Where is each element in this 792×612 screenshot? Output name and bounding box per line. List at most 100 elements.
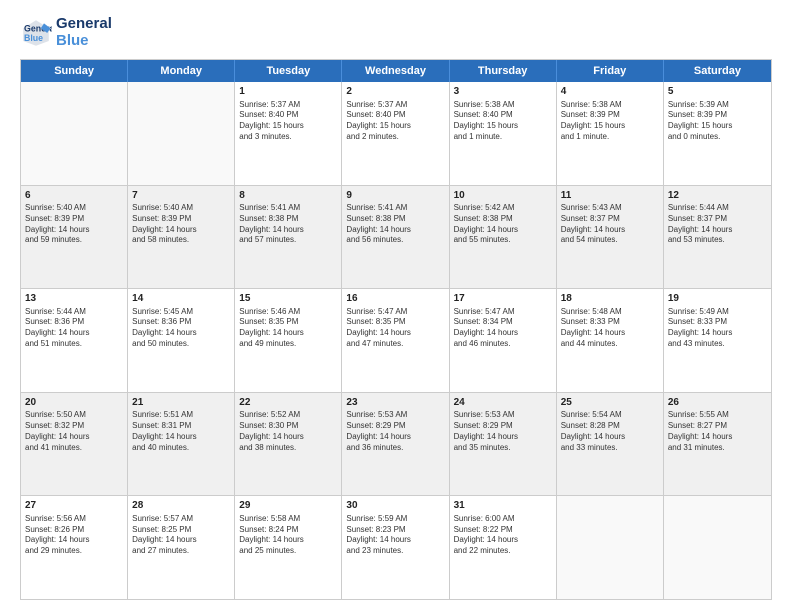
day-text: Sunrise: 5:53 AM Sunset: 8:29 PM Dayligh… [346,410,444,453]
weekday-header-tuesday: Tuesday [235,60,342,82]
calendar: SundayMondayTuesdayWednesdayThursdayFrid… [20,59,772,600]
day-number: 20 [25,396,123,410]
day-cell-9: 9Sunrise: 5:41 AM Sunset: 8:38 PM Daylig… [342,186,449,289]
day-cell-14: 14Sunrise: 5:45 AM Sunset: 8:36 PM Dayli… [128,289,235,392]
day-text: Sunrise: 5:46 AM Sunset: 8:35 PM Dayligh… [239,307,337,350]
day-cell-17: 17Sunrise: 5:47 AM Sunset: 8:34 PM Dayli… [450,289,557,392]
weekday-header-thursday: Thursday [450,60,557,82]
day-cell-15: 15Sunrise: 5:46 AM Sunset: 8:35 PM Dayli… [235,289,342,392]
day-text: Sunrise: 5:40 AM Sunset: 8:39 PM Dayligh… [132,203,230,246]
day-number: 1 [239,85,337,99]
day-cell-2: 2Sunrise: 5:37 AM Sunset: 8:40 PM Daylig… [342,82,449,185]
day-text: Sunrise: 5:42 AM Sunset: 8:38 PM Dayligh… [454,203,552,246]
day-number: 14 [132,292,230,306]
day-text: Sunrise: 5:43 AM Sunset: 8:37 PM Dayligh… [561,203,659,246]
day-number: 16 [346,292,444,306]
day-text: Sunrise: 5:38 AM Sunset: 8:40 PM Dayligh… [454,100,552,143]
day-cell-6: 6Sunrise: 5:40 AM Sunset: 8:39 PM Daylig… [21,186,128,289]
day-number: 24 [454,396,552,410]
day-text: Sunrise: 5:41 AM Sunset: 8:38 PM Dayligh… [346,203,444,246]
day-cell-23: 23Sunrise: 5:53 AM Sunset: 8:29 PM Dayli… [342,393,449,496]
logo-icon: General Blue [20,17,52,49]
day-cell-16: 16Sunrise: 5:47 AM Sunset: 8:35 PM Dayli… [342,289,449,392]
day-text: Sunrise: 5:55 AM Sunset: 8:27 PM Dayligh… [668,410,767,453]
day-cell-31: 31Sunrise: 6:00 AM Sunset: 8:22 PM Dayli… [450,496,557,599]
day-number: 26 [668,396,767,410]
day-number: 29 [239,499,337,513]
day-cell-28: 28Sunrise: 5:57 AM Sunset: 8:25 PM Dayli… [128,496,235,599]
day-text: Sunrise: 5:40 AM Sunset: 8:39 PM Dayligh… [25,203,123,246]
day-text: Sunrise: 5:53 AM Sunset: 8:29 PM Dayligh… [454,410,552,453]
calendar-row-2: 6Sunrise: 5:40 AM Sunset: 8:39 PM Daylig… [21,185,771,289]
day-number: 19 [668,292,767,306]
day-number: 5 [668,85,767,99]
day-cell-24: 24Sunrise: 5:53 AM Sunset: 8:29 PM Dayli… [450,393,557,496]
day-cell-12: 12Sunrise: 5:44 AM Sunset: 8:37 PM Dayli… [664,186,771,289]
day-text: Sunrise: 5:47 AM Sunset: 8:35 PM Dayligh… [346,307,444,350]
empty-cell-0-0 [21,82,128,185]
day-number: 30 [346,499,444,513]
logo-general: General [56,16,112,33]
day-cell-13: 13Sunrise: 5:44 AM Sunset: 8:36 PM Dayli… [21,289,128,392]
day-number: 18 [561,292,659,306]
day-cell-10: 10Sunrise: 5:42 AM Sunset: 8:38 PM Dayli… [450,186,557,289]
day-number: 17 [454,292,552,306]
day-text: Sunrise: 5:52 AM Sunset: 8:30 PM Dayligh… [239,410,337,453]
day-cell-27: 27Sunrise: 5:56 AM Sunset: 8:26 PM Dayli… [21,496,128,599]
day-text: Sunrise: 5:37 AM Sunset: 8:40 PM Dayligh… [346,100,444,143]
day-cell-5: 5Sunrise: 5:39 AM Sunset: 8:39 PM Daylig… [664,82,771,185]
day-cell-8: 8Sunrise: 5:41 AM Sunset: 8:38 PM Daylig… [235,186,342,289]
svg-text:Blue: Blue [24,33,43,43]
day-text: Sunrise: 5:56 AM Sunset: 8:26 PM Dayligh… [25,514,123,557]
calendar-header: SundayMondayTuesdayWednesdayThursdayFrid… [21,60,771,82]
day-text: Sunrise: 5:49 AM Sunset: 8:33 PM Dayligh… [668,307,767,350]
day-number: 27 [25,499,123,513]
day-cell-3: 3Sunrise: 5:38 AM Sunset: 8:40 PM Daylig… [450,82,557,185]
calendar-body: 1Sunrise: 5:37 AM Sunset: 8:40 PM Daylig… [21,82,771,599]
day-text: Sunrise: 5:39 AM Sunset: 8:39 PM Dayligh… [668,100,767,143]
day-number: 8 [239,189,337,203]
day-number: 4 [561,85,659,99]
logo: General Blue General Blue [20,16,112,49]
day-text: Sunrise: 5:57 AM Sunset: 8:25 PM Dayligh… [132,514,230,557]
calendar-row-3: 13Sunrise: 5:44 AM Sunset: 8:36 PM Dayli… [21,288,771,392]
weekday-header-monday: Monday [128,60,235,82]
day-cell-4: 4Sunrise: 5:38 AM Sunset: 8:39 PM Daylig… [557,82,664,185]
day-text: Sunrise: 5:37 AM Sunset: 8:40 PM Dayligh… [239,100,337,143]
logo-blue: Blue [56,33,112,50]
calendar-row-4: 20Sunrise: 5:50 AM Sunset: 8:32 PM Dayli… [21,392,771,496]
page: General Blue General Blue SundayMondayTu… [0,0,792,612]
day-cell-29: 29Sunrise: 5:58 AM Sunset: 8:24 PM Dayli… [235,496,342,599]
day-cell-26: 26Sunrise: 5:55 AM Sunset: 8:27 PM Dayli… [664,393,771,496]
empty-cell-4-6 [664,496,771,599]
day-text: Sunrise: 5:47 AM Sunset: 8:34 PM Dayligh… [454,307,552,350]
day-text: Sunrise: 5:44 AM Sunset: 8:37 PM Dayligh… [668,203,767,246]
day-cell-20: 20Sunrise: 5:50 AM Sunset: 8:32 PM Dayli… [21,393,128,496]
day-cell-21: 21Sunrise: 5:51 AM Sunset: 8:31 PM Dayli… [128,393,235,496]
day-cell-7: 7Sunrise: 5:40 AM Sunset: 8:39 PM Daylig… [128,186,235,289]
day-number: 12 [668,189,767,203]
day-number: 23 [346,396,444,410]
day-text: Sunrise: 5:50 AM Sunset: 8:32 PM Dayligh… [25,410,123,453]
day-text: Sunrise: 5:58 AM Sunset: 8:24 PM Dayligh… [239,514,337,557]
day-number: 13 [25,292,123,306]
weekday-header-saturday: Saturday [664,60,771,82]
day-number: 25 [561,396,659,410]
day-text: Sunrise: 5:38 AM Sunset: 8:39 PM Dayligh… [561,100,659,143]
day-text: Sunrise: 5:51 AM Sunset: 8:31 PM Dayligh… [132,410,230,453]
day-cell-22: 22Sunrise: 5:52 AM Sunset: 8:30 PM Dayli… [235,393,342,496]
day-number: 9 [346,189,444,203]
day-text: Sunrise: 5:54 AM Sunset: 8:28 PM Dayligh… [561,410,659,453]
day-number: 2 [346,85,444,99]
header: General Blue General Blue [20,16,772,49]
day-cell-30: 30Sunrise: 5:59 AM Sunset: 8:23 PM Dayli… [342,496,449,599]
weekday-header-wednesday: Wednesday [342,60,449,82]
day-number: 28 [132,499,230,513]
day-cell-19: 19Sunrise: 5:49 AM Sunset: 8:33 PM Dayli… [664,289,771,392]
day-number: 21 [132,396,230,410]
day-text: Sunrise: 5:41 AM Sunset: 8:38 PM Dayligh… [239,203,337,246]
day-text: Sunrise: 5:48 AM Sunset: 8:33 PM Dayligh… [561,307,659,350]
day-cell-25: 25Sunrise: 5:54 AM Sunset: 8:28 PM Dayli… [557,393,664,496]
day-number: 3 [454,85,552,99]
day-number: 6 [25,189,123,203]
